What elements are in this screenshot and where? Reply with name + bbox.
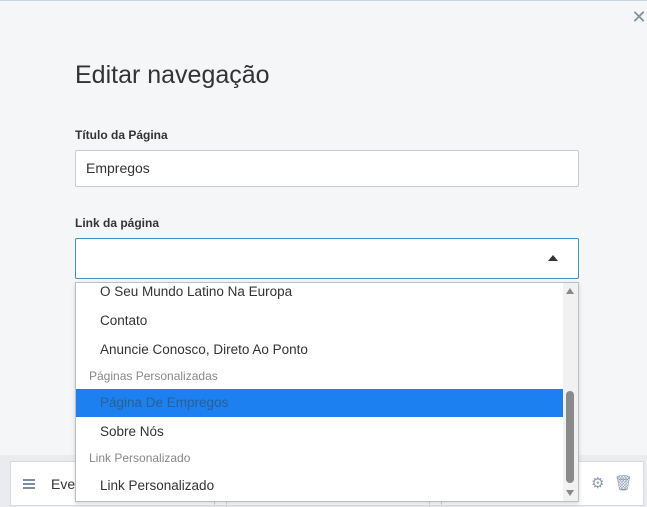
scroll-down-icon[interactable] — [566, 490, 574, 496]
page-link-dropdown[interactable]: O Seu Mundo Latino Na Europa Contato Anu… — [75, 282, 579, 502]
menu-icon[interactable] — [23, 479, 35, 489]
scrollbar[interactable] — [563, 283, 578, 501]
dropdown-option-selected[interactable]: Página De Empregos — [76, 389, 564, 417]
dropdown-option[interactable]: O Seu Mundo Latino Na Europa — [76, 283, 564, 306]
dropdown-option[interactable]: Contato — [76, 306, 564, 335]
trash-icon[interactable]: 🗑 — [614, 474, 633, 492]
row-label: Eve — [51, 476, 76, 492]
dropdown-option[interactable]: Sobre Nós — [76, 417, 564, 446]
page-title-input[interactable]: Empregos — [75, 150, 579, 187]
caret-up-icon[interactable] — [548, 255, 558, 261]
dropdown-option[interactable]: Link Personalizado — [76, 471, 564, 500]
dropdown-list: O Seu Mundo Latino Na Europa Contato Anu… — [76, 283, 564, 500]
scroll-up-icon[interactable] — [566, 288, 574, 294]
page-title-label: Título da Página — [75, 128, 168, 142]
page-link-label: Link da página — [75, 216, 160, 230]
modal-title: Editar navegação — [75, 61, 270, 89]
dropdown-option[interactable]: Anuncie Conosco, Direto Ao Ponto — [76, 335, 564, 364]
gear-icon[interactable]: ⚙ — [591, 474, 604, 492]
page-link-select[interactable] — [75, 238, 579, 279]
dropdown-group-header: Link Personalizado — [89, 451, 191, 465]
scrollbar-thumb[interactable] — [566, 391, 574, 483]
close-icon[interactable]: ✕ — [630, 7, 647, 27]
dropdown-group-header: Páginas Personalizadas — [89, 369, 218, 383]
